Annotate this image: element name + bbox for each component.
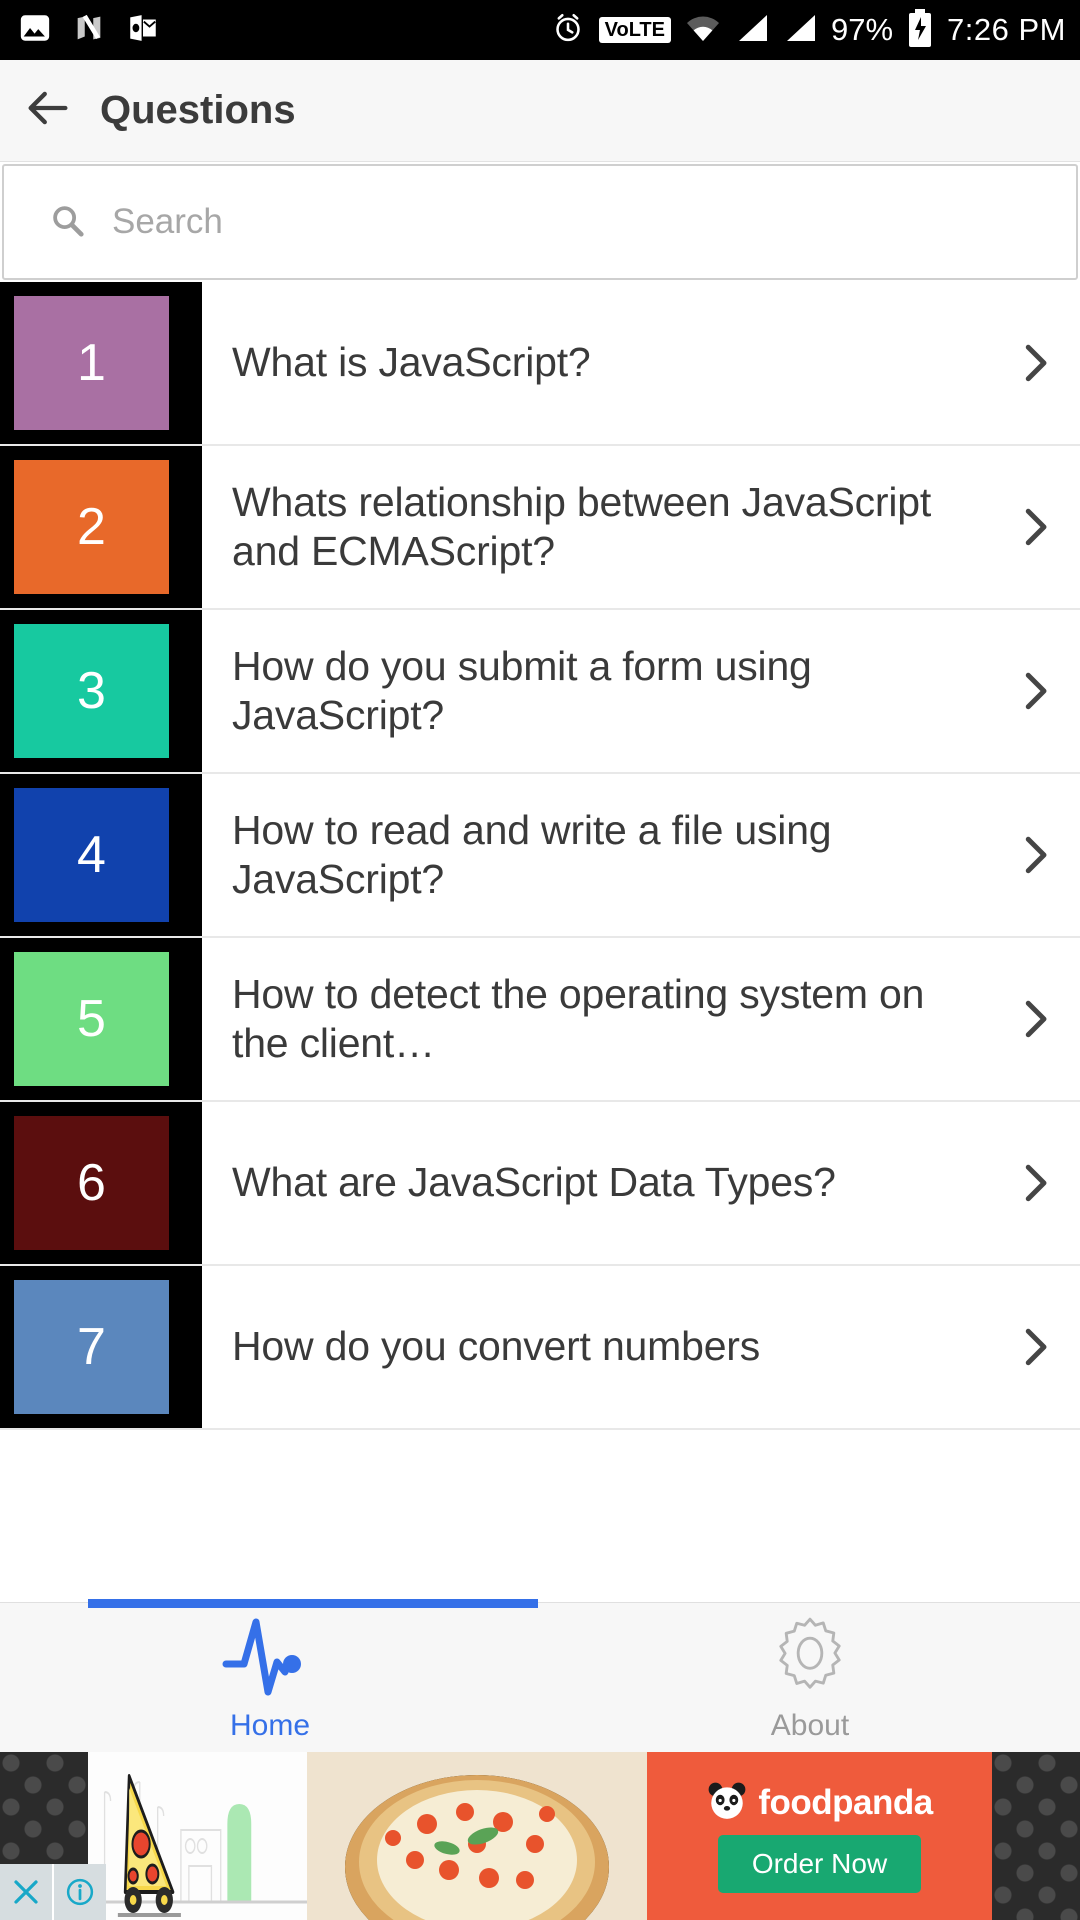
tab-about[interactable]: About [540,1603,1080,1752]
outlook-icon [126,11,160,50]
active-tab-indicator [88,1599,538,1608]
search-placeholder: Search [112,202,223,241]
chevron-right-icon[interactable] [990,992,1080,1046]
question-number-tile: 1 [14,296,169,430]
ad-brand-panel: foodpanda Order Now [647,1752,992,1920]
chevron-right-icon[interactable] [990,336,1080,390]
question-number-tile: 7 [14,1280,169,1414]
question-row-body[interactable]: What is JavaScript? [202,282,1080,444]
chevron-right-icon[interactable] [990,1156,1080,1210]
table-row[interactable]: 2 Whats relationship between JavaScript … [0,446,1080,610]
info-icon[interactable] [54,1864,106,1920]
table-row[interactable]: 6 What are JavaScript Data Types? [0,1102,1080,1266]
ad-right-pattern [992,1752,1080,1920]
question-number-tile: 5 [14,952,169,1086]
question-row-body[interactable]: How to detect the operating system on th… [202,938,1080,1100]
signal-2-icon [783,13,817,48]
panda-icon [706,1780,748,1827]
status-bar-left-icons [18,11,160,50]
question-title: How do you convert numbers [232,1323,761,1370]
page-title: Questions [100,88,296,132]
ad-illustration [88,1752,307,1920]
tab-about-label: About [770,1709,850,1742]
chevron-right-icon[interactable] [990,664,1080,718]
signal-1-icon [735,13,769,48]
wifi-icon [685,13,721,48]
question-number-tile: 2 [14,460,169,594]
question-number-tile: 4 [14,788,169,922]
table-row[interactable]: 3 How do you submit a form using JavaScr… [0,610,1080,774]
bottom-navigation-bar: Home About [0,1599,1080,1752]
question-number: 4 [77,826,106,884]
search-input[interactable]: Search [2,164,1078,280]
question-number: 7 [77,1318,106,1376]
question-number-tile-cell: 6 [0,1102,202,1264]
gear-icon [767,1612,853,1703]
question-number-tile-cell: 5 [0,938,202,1100]
ad-cta-button[interactable]: Order Now [717,1834,922,1893]
question-row-body[interactable]: How to read and write a file using JavaS… [202,774,1080,936]
alarm-icon [551,11,585,50]
ad-brand-row: foodpanda [706,1780,933,1827]
chevron-right-icon[interactable] [990,828,1080,882]
question-number: 2 [77,498,106,556]
table-row[interactable]: 1 What is JavaScript? [0,282,1080,446]
tab-home[interactable]: Home [0,1603,540,1752]
chevron-right-icon[interactable] [990,1320,1080,1374]
table-row[interactable]: 5 How to detect the operating system on … [0,938,1080,1102]
close-x-icon[interactable] [0,1864,52,1920]
question-number: 6 [77,1154,106,1212]
back-arrow-icon[interactable] [22,82,74,139]
question-number-tile-cell: 4 [0,774,202,936]
tab-home-label: Home [229,1709,311,1742]
question-row-body[interactable]: How do you convert numbers [202,1266,1080,1428]
ad-pizza-photo [307,1752,647,1920]
battery-charging-icon [907,8,933,52]
question-row-body[interactable]: What are JavaScript Data Types? [202,1102,1080,1264]
question-title: What are JavaScript Data Types? [232,1159,836,1206]
table-row[interactable]: 4 How to read and write a file using Jav… [0,774,1080,938]
android-nougat-icon [72,11,106,50]
status-bar: VoLTE 97% 7:26 PM [0,0,1080,60]
question-number-tile-cell: 2 [0,446,202,608]
question-title: How do you submit a form using JavaScrip… [232,642,812,738]
volte-label: VoLTE [604,19,665,41]
question-title: How to detect the operating system on th… [232,970,925,1066]
gallery-icon [18,11,52,50]
question-title: Whats relationship between JavaScript an… [232,478,932,574]
question-row-body[interactable]: How do you submit a form using JavaScrip… [202,610,1080,772]
pizza-car-illustration [88,1774,307,1917]
question-number-tile: 6 [14,1116,169,1250]
search-icon [48,201,86,244]
chevron-right-icon[interactable] [990,500,1080,554]
clock-label: 7:26 PM [947,12,1066,47]
app-screen: VoLTE 97% 7:26 PM Questions Search 1 Wha… [0,0,1080,1920]
question-number: 3 [77,662,106,720]
table-row[interactable]: 7 How do you convert numbers [0,1266,1080,1430]
pulse-icon [220,1612,320,1703]
app-bar: Questions [0,60,1080,162]
ad-banner[interactable]: foodpanda Order Now [0,1752,1080,1920]
question-number-tile-cell: 1 [0,282,202,444]
battery-percent-label: 97% [831,12,894,47]
ad-brand-name: foodpanda [758,1783,933,1822]
search-bar-container: Search [0,162,1080,282]
question-number-tile-cell: 3 [0,610,202,772]
question-number-tile: 3 [14,624,169,758]
question-title: How to read and write a file using JavaS… [232,806,832,902]
question-row-body[interactable]: Whats relationship between JavaScript an… [202,446,1080,608]
question-number: 1 [77,334,106,392]
question-title: What is JavaScript? [232,339,591,386]
question-number-tile-cell: 7 [0,1266,202,1428]
question-number: 5 [77,990,106,1048]
volte-icon: VoLTE [598,17,671,43]
ad-corner-controls [0,1864,106,1920]
status-bar-right-icons: VoLTE 97% 7:26 PM [551,8,1066,52]
